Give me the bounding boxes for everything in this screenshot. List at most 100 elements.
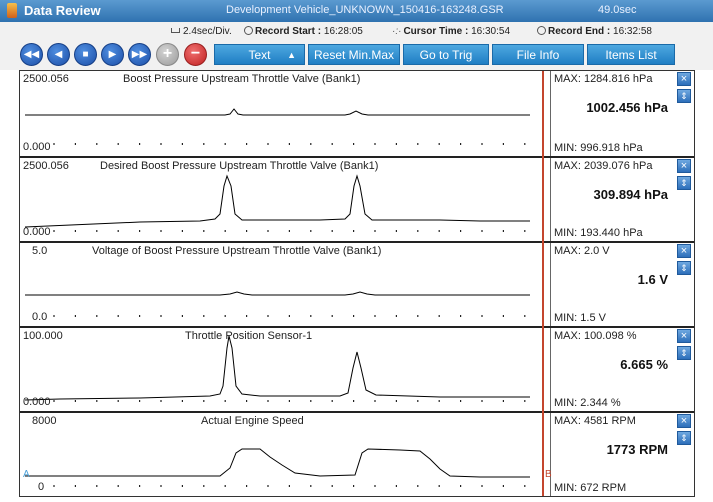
skip-back-icon: ◀◀ [23,49,40,60]
clock-icon [537,26,546,35]
scale-min: 0.000 [23,141,51,153]
move-channel-button[interactable]: ⇕ [677,89,691,103]
move-channel-button[interactable]: ⇕ [677,431,691,445]
cursor-line[interactable] [542,71,544,496]
toolbar: ◀◀ ◀ ■ ▶ ▶▶ + − Text ▲ Reset Min.Max Go … [0,40,713,70]
current-value: 6.665 % [620,357,668,372]
max-value: MAX: 2.0 V [554,245,610,257]
time-division: 2.4sec/Div. [171,26,232,37]
min-value: MIN: 1.5 V [554,312,606,324]
stop-icon: ■ [82,49,89,60]
title-bar: Data Review Development Vehicle_UNKNOWN_… [0,0,713,22]
play-reverse-button[interactable]: ◀ [47,43,70,66]
skip-forward-icon: ▶▶ [131,49,148,60]
close-channel-button[interactable]: × [677,244,691,258]
channel-title: Boost Pressure Upstream Throttle Valve (… [123,73,361,85]
value-panel: MAX: 2039.076 hPa 309.894 hPa MIN: 193.4… [550,158,694,241]
zoom-in-button[interactable]: + [156,43,179,66]
marker-a-label: A [23,469,30,480]
go-to-trig-button[interactable]: Go to Trig [403,44,489,65]
channel-boost-pressure: 2500.056 0.000 Boost Pressure Upstream T… [20,71,694,156]
min-value: MIN: 2.344 % [554,397,621,409]
crosshair-icon: ·:· [392,26,402,37]
text-mode-select[interactable]: Text ▲ [214,44,305,65]
value-panel: MAX: 1284.816 hPa 1002.456 hPa MIN: 996.… [550,71,694,156]
scale-max: 2500.056 [23,160,69,172]
file-name: Development Vehicle_UNKNOWN_150416-16324… [226,4,504,16]
max-value: MAX: 4581 RPM [554,415,636,427]
record-end-value: 16:32:58 [613,26,652,37]
scale-min: 0.0 [32,311,48,323]
channel-title: Throttle Position Sensor-1 [185,330,313,342]
reset-min-max-button[interactable]: Reset Min.Max [308,44,400,65]
move-channel-button[interactable]: ⇕ [677,176,691,190]
data-review-window: Data Review Development Vehicle_UNKNOWN_… [0,0,713,502]
cursor-time-value: 16:30:54 [471,26,511,37]
play-button[interactable]: ▶ [101,43,124,66]
stop-button[interactable]: ■ [74,43,97,66]
channel-throttle-position: 100.000 0.000 Throttle Position Sensor-1… [20,326,694,411]
scale-max: 5.0 [32,245,48,257]
max-value: MAX: 100.098 % [554,330,637,342]
channel-title: Actual Engine Speed [201,415,304,427]
record-duration: 49.0sec [598,4,637,16]
file-info-label: File Info [516,48,560,62]
close-channel-button[interactable]: × [677,159,691,173]
record-start-label: Record Start : [255,26,322,37]
file-info-button[interactable]: File Info [492,44,584,65]
value-panel: MAX: 2.0 V 1.6 V MIN: 1.5 V × ⇕ [550,243,694,326]
play-reverse-icon: ◀ [54,49,63,60]
channel-title: Desired Boost Pressure Upstream Throttle… [100,160,379,172]
record-start-value: 16:28:05 [323,26,363,37]
min-value: MIN: 672 RPM [554,482,627,494]
max-value: MAX: 1284.816 hPa [554,73,653,85]
skip-forward-button[interactable]: ▶▶ [128,43,151,66]
scale-max: 100.000 [23,330,63,342]
min-value: MIN: 193.440 hPa [554,227,643,239]
channel-engine-speed: 8000 0 Actual Engine Speed MAX: 4581 RPM… [20,411,694,496]
channel-title: Voltage of Boost Pressure Upstream Throt… [92,245,382,257]
close-channel-button[interactable]: × [677,329,691,343]
text-mode-label: Text [248,48,271,62]
skip-back-button[interactable]: ◀◀ [20,43,43,66]
window-title: Data Review [24,3,101,18]
max-value: MAX: 2039.076 hPa [554,160,653,172]
cursor-time-label: Cursor Time : [403,26,469,37]
current-value: 1773 RPM [606,442,668,457]
zoom-out-button[interactable]: − [184,43,207,66]
time-division-icon [171,28,180,33]
record-info-bar: 2.4sec/Div. Record Start : 16:28:05 ·:· C… [0,22,713,40]
channel-desired-boost-pressure: 2500.056 0.000 Desired Boost Pressure Up… [20,156,694,241]
app-icon [7,3,17,18]
move-channel-button[interactable]: ⇕ [677,346,691,360]
record-end-label: Record End : [548,26,611,37]
value-panel: MAX: 4581 RPM 1773 RPM MIN: 672 RPM × ⇕ [550,413,694,496]
play-icon: ▶ [108,49,117,60]
close-channel-button[interactable]: × [677,414,691,428]
scale-max: 8000 [32,415,57,427]
current-value: 1.6 V [637,272,668,287]
go-to-trig-label: Go to Trig [419,48,473,62]
clock-icon [244,26,253,35]
scale-min: 0.000 [23,396,51,408]
marker-b-label: B [545,469,552,480]
channel-boost-voltage: 5.0 0.0 Voltage of Boost Pressure Upstre… [20,241,694,326]
minus-icon: − [190,45,201,62]
current-value: 1002.456 hPa [586,100,668,115]
graph-area[interactable]: 2500.056 0.000 Boost Pressure Upstream T… [19,70,695,497]
scale-min: 0 [38,481,45,493]
items-list-label: Items List [605,48,657,62]
plus-icon: + [162,45,173,62]
record-start: Record Start : 16:28:05 [244,26,363,37]
scale-min: 0.000 [23,226,51,238]
reset-min-max-label: Reset Min.Max [313,48,395,62]
close-channel-button[interactable]: × [677,72,691,86]
current-value: 309.894 hPa [593,187,668,202]
move-channel-button[interactable]: ⇕ [677,261,691,275]
items-list-button[interactable]: Items List [587,44,675,65]
spinner-icon: ▲ [287,50,296,60]
value-panel: MAX: 100.098 % 6.665 % MIN: 2.344 % × ⇕ [550,328,694,411]
min-value: MIN: 996.918 hPa [554,142,643,154]
scale-max: 2500.056 [23,73,69,85]
record-end: Record End : 16:32:58 [537,26,652,37]
